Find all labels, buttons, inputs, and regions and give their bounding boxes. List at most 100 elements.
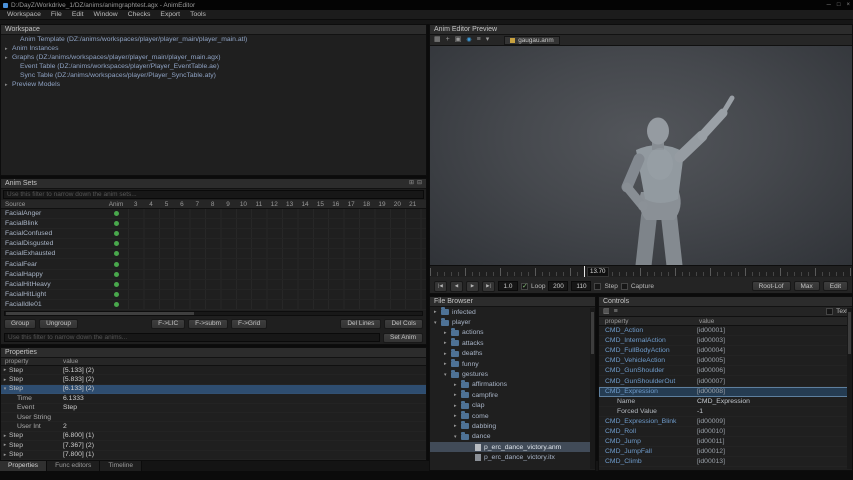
axes-icon[interactable]: + — [446, 35, 450, 45]
property-value[interactable]: [7.800] (1) — [63, 451, 426, 458]
control-value[interactable]: [id00010] — [697, 428, 852, 435]
file-tree-row[interactable]: ▾ dance — [430, 431, 595, 442]
anim-grid-cells[interactable] — [128, 279, 426, 289]
control-value[interactable]: [id00003] — [697, 337, 852, 344]
edit-button[interactable]: Edit — [822, 281, 848, 291]
control-row[interactable]: CMD_Action [id00001] — [599, 326, 852, 336]
control-value[interactable]: -1 — [697, 408, 852, 415]
control-row[interactable]: CMD_FullBodyAction [id00004] — [599, 346, 852, 356]
control-value[interactable]: [id00007] — [697, 378, 852, 385]
menu-item[interactable]: File — [46, 10, 67, 20]
horizontal-scrollbar[interactable] — [4, 310, 423, 316]
step-back-button[interactable]: ◀ — [450, 280, 463, 292]
workspace-tree-item[interactable]: ▸ Graphs (DZ:/anims/workspaces/player/pl… — [1, 53, 426, 62]
anim-grid-cells[interactable] — [128, 269, 426, 279]
property-row[interactable]: ▸ Step [7.800] (1) — [1, 451, 426, 460]
anim-set-row[interactable]: FacialBlink — [1, 219, 426, 229]
timeline-ruler[interactable]: 13.70 — [430, 265, 852, 277]
control-row[interactable]: CMD_VehicleAction [id00005] — [599, 356, 852, 366]
control-value[interactable]: [id00011] — [697, 438, 852, 445]
expand-arrow-icon[interactable]: ▸ — [454, 423, 461, 429]
property-row[interactable]: ▸ Step [5.133] (2) — [1, 366, 426, 375]
file-tree-row[interactable]: ▸ come — [430, 411, 595, 421]
expand-arrow-icon[interactable]: ▸ — [5, 46, 12, 52]
file-tree-row[interactable]: ▸ clap — [430, 400, 595, 411]
expand-arrow-icon[interactable]: ▸ — [1, 433, 9, 439]
anim-grid-cells[interactable] — [128, 299, 426, 309]
del-cols-button[interactable]: Del Cols — [384, 318, 423, 329]
file-tree-row[interactable]: ▸ funny — [430, 359, 595, 369]
set-anim-button[interactable]: Set Anim — [382, 332, 423, 343]
control-row[interactable]: Name CMD_Expression — [599, 397, 852, 407]
anim-set-row[interactable]: FacialAnger — [1, 209, 426, 219]
expand-arrow-icon[interactable]: ▸ — [1, 377, 9, 383]
menu-item[interactable]: Tools — [185, 10, 211, 20]
anim-set-row[interactable]: FacialHitLight — [1, 289, 426, 300]
group-button[interactable]: Group — [4, 318, 37, 329]
property-row[interactable]: ▸ Step [5.833] (2) — [1, 375, 426, 384]
close-button[interactable]: × — [846, 2, 850, 8]
control-value[interactable]: [id00004] — [697, 347, 852, 354]
preview-viewport[interactable] — [430, 46, 852, 265]
anim-set-row[interactable]: FacialDisgusted — [1, 239, 426, 249]
file-tree-row[interactable]: p_erc_dance_victory.itx — [430, 452, 595, 462]
property-value[interactable]: 2 — [63, 423, 426, 430]
anim-set-row[interactable]: FacialHitHeavy — [1, 279, 426, 290]
f-lic-button[interactable]: F->LIC — [151, 318, 186, 329]
collapse-all-icon[interactable]: ⊟ — [417, 179, 422, 188]
camera-icon[interactable]: ▣ — [455, 35, 462, 45]
anim-set-row[interactable]: FacialFear — [1, 259, 426, 269]
bottom-tab[interactable]: Func editors — [47, 461, 101, 471]
frames-field[interactable]: 110 — [571, 281, 592, 291]
file-tree-row[interactable]: ▸ attacks — [430, 338, 595, 348]
expand-arrow-icon[interactable]: ▸ — [454, 382, 461, 388]
file-tree-row[interactable]: ▸ affirmations — [430, 379, 595, 390]
anims-filter-input[interactable] — [4, 333, 380, 343]
property-row[interactable]: ▸ Step [6.800] (1) — [1, 432, 426, 441]
control-row[interactable]: CMD_Jump [id00011] — [599, 437, 852, 447]
property-value[interactable]: [5.833] (2) — [63, 376, 426, 383]
list-icon[interactable]: ≡ — [614, 307, 618, 317]
scrollbar-thumb[interactable] — [848, 312, 851, 354]
expand-arrow-icon[interactable]: ▸ — [1, 442, 9, 448]
control-value[interactable]: [id00008] — [697, 388, 852, 395]
file-tree-row[interactable]: ▾ gestures — [430, 369, 595, 379]
anim-grid-cells[interactable] — [128, 239, 426, 249]
anim-set-row[interactable]: FacialHappy — [1, 269, 426, 280]
property-value[interactable]: [5.133] (2) — [63, 367, 426, 374]
file-tree-row[interactable]: ▸ actions — [430, 327, 595, 338]
control-value[interactable]: [id00009] — [697, 418, 852, 425]
menu-item[interactable]: Workspace — [2, 10, 46, 20]
property-row[interactable]: Event Step — [1, 404, 426, 413]
property-value[interactable]: Step — [63, 404, 426, 411]
control-row[interactable]: CMD_JumpFall [id00012] — [599, 447, 852, 457]
zoom-field[interactable]: 200 — [548, 281, 569, 291]
expand-arrow-icon[interactable]: ▸ — [444, 330, 451, 336]
go-to-end-button[interactable]: ▶| — [482, 280, 495, 292]
scrollbar-thumb[interactable] — [591, 312, 594, 354]
property-value[interactable]: [6.133] (2) — [63, 385, 426, 392]
ungroup-button[interactable]: Ungroup — [39, 318, 79, 329]
bottom-tab[interactable]: Properties — [0, 461, 48, 471]
text-checkbox[interactable] — [826, 308, 834, 315]
control-value[interactable]: CMD_Expression — [697, 398, 852, 405]
control-value[interactable]: [id00012] — [697, 448, 852, 455]
expand-arrow-icon[interactable]: ▾ — [434, 320, 441, 326]
anim-grid-cells[interactable] — [128, 289, 426, 299]
f-grid-button[interactable]: F->Grid — [231, 318, 268, 329]
workspace-tree-item[interactable]: ▸ Preview Models — [1, 80, 426, 89]
control-row[interactable]: CMD_Climb [id00013] — [599, 457, 852, 467]
property-value[interactable]: [6.800] (1) — [63, 432, 426, 439]
expand-arrow-icon[interactable]: ▸ — [454, 403, 461, 409]
expand-arrow-icon[interactable]: ▸ — [454, 413, 461, 419]
file-tree-row[interactable]: p_erc_dance_victory.anm — [430, 442, 595, 453]
record-dot-icon[interactable]: ◉ — [466, 35, 471, 45]
expand-arrow-icon[interactable]: ▸ — [454, 392, 461, 398]
preview-anim-tab[interactable]: gaugau.anm — [504, 35, 560, 45]
list-icon[interactable]: ≡ — [477, 35, 481, 45]
speed-field[interactable]: 1.0 — [498, 281, 518, 291]
workspace-tree-item[interactable]: ▸ Anim Instances — [1, 44, 426, 53]
control-row[interactable]: CMD_GunShoulder [id00006] — [599, 366, 852, 376]
property-value[interactable]: [7.367] (2) — [63, 442, 426, 449]
property-row[interactable]: ▸ Step [7.367] (2) — [1, 441, 426, 450]
